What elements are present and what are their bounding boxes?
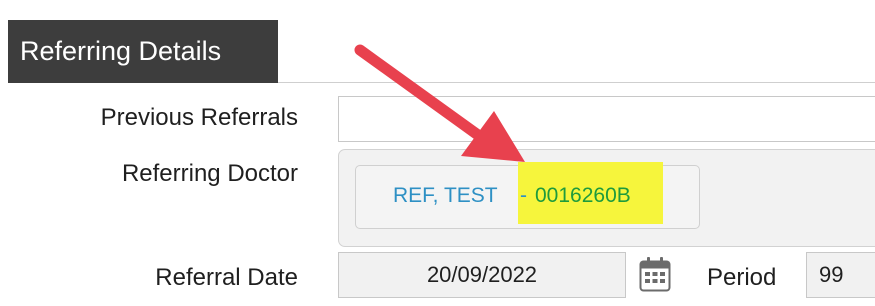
header-divider xyxy=(278,82,875,83)
referral-form: Referring Details Previous Referrals Ref… xyxy=(0,0,875,306)
period-label: Period xyxy=(707,264,777,291)
referring-doctor-label: Referring Doctor xyxy=(121,160,298,187)
doctor-name[interactable]: REF, TEST xyxy=(393,184,498,208)
previous-referrals-field[interactable] xyxy=(338,96,875,142)
referral-date-label: Referral Date xyxy=(155,264,298,291)
panel-title: Referring Details xyxy=(20,36,222,66)
calendar-icon[interactable] xyxy=(639,256,671,292)
referral-date-field[interactable] xyxy=(338,252,626,298)
panel-header: Referring Details xyxy=(8,20,278,83)
doctor-separator: - xyxy=(520,184,527,207)
period-field[interactable] xyxy=(806,252,875,298)
doctor-code[interactable]: 0016260B xyxy=(535,184,631,208)
previous-referrals-label: Previous Referrals xyxy=(100,104,298,131)
